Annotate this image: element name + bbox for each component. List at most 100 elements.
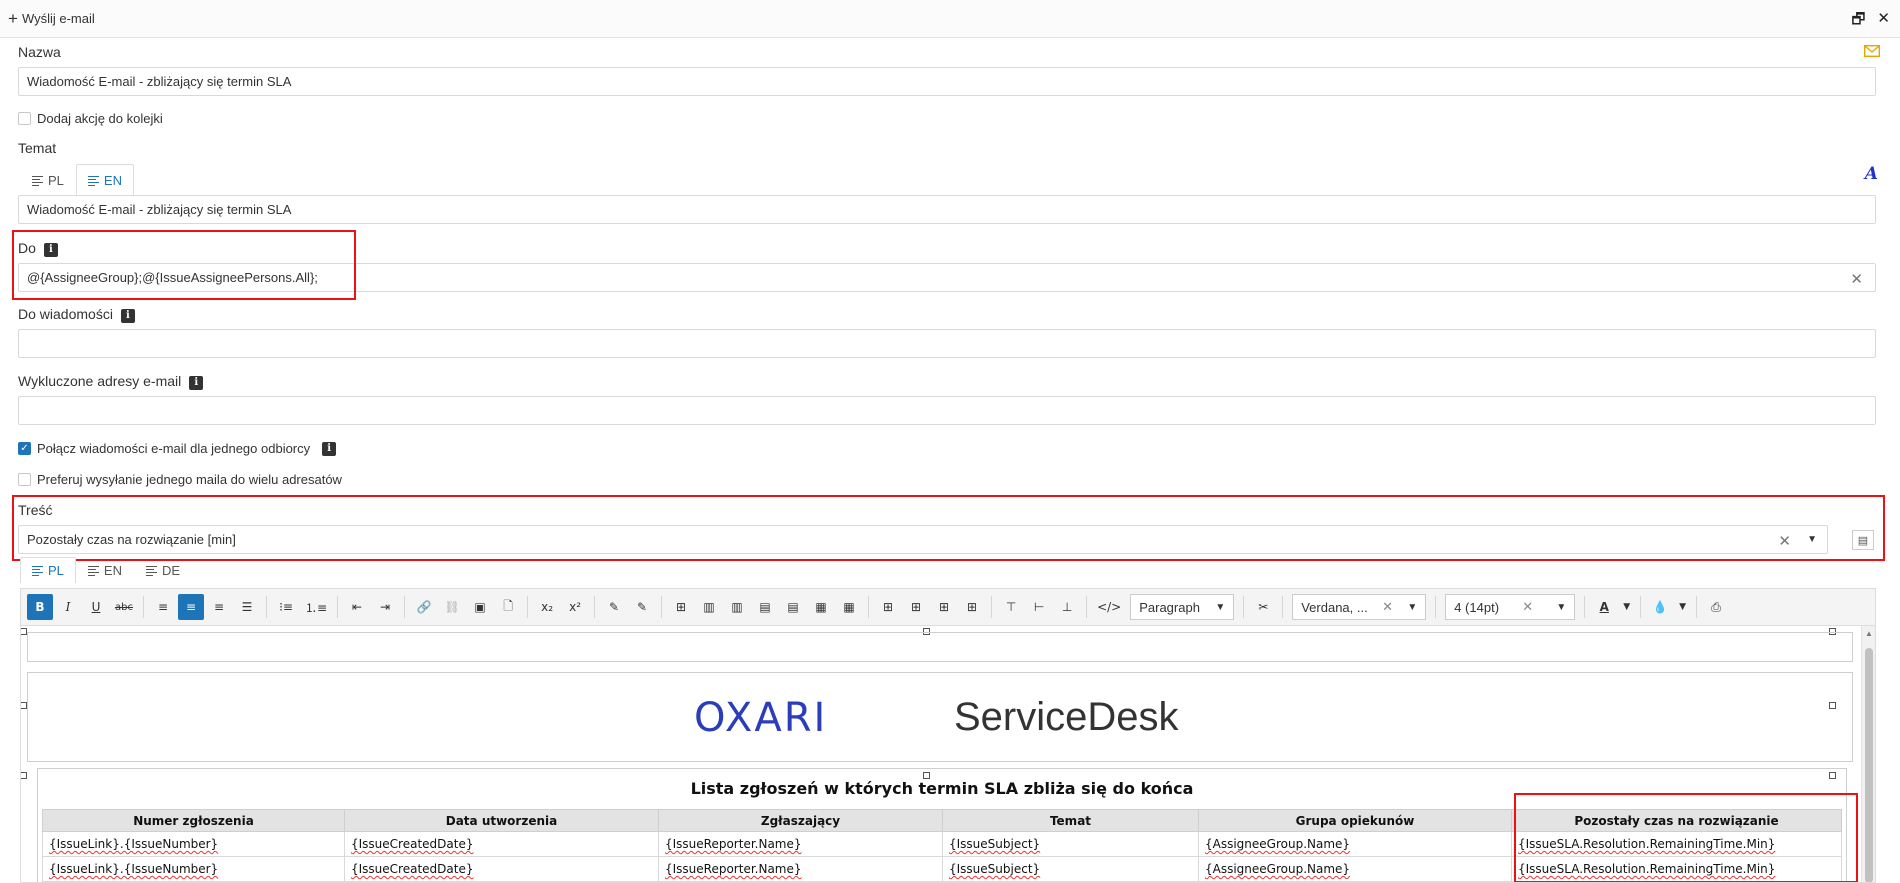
table-cell[interactable]: {IssueReporter.Name}: [658, 831, 943, 857]
editor-scrollbar[interactable]: ▲: [1861, 626, 1875, 882]
indent-icon[interactable]: ⇥: [372, 594, 398, 620]
add-row-above-icon[interactable]: ▤: [752, 594, 778, 620]
align-left-icon[interactable]: ≡: [150, 594, 176, 620]
table-cell[interactable]: {IssueLink}.{IssueNumber}: [42, 831, 345, 857]
table-cell[interactable]: {IssueCreatedDate}: [344, 831, 659, 857]
info-icon[interactable]: i: [120, 309, 135, 323]
subject-lang-tabs: PL EN: [20, 164, 134, 195]
tab-body-en[interactable]: EN: [76, 557, 134, 583]
background-color-icon[interactable]: 💧: [1647, 594, 1673, 620]
resize-handle[interactable]: [1829, 702, 1836, 709]
prefer-checkbox[interactable]: [18, 473, 31, 486]
view-html-button[interactable]: </>: [1093, 594, 1125, 620]
issues-table[interactable]: Numer zgłoszenia Data utworzenia Zgłasza…: [42, 809, 1842, 882]
resize-handle[interactable]: [21, 702, 27, 709]
outdent-icon[interactable]: ⇤: [344, 594, 370, 620]
table-cell[interactable]: {IssueReporter.Name}: [658, 856, 943, 882]
superscript-button[interactable]: x²: [562, 594, 588, 620]
queue-checkbox[interactable]: [18, 112, 31, 125]
table-cell[interactable]: {IssueSLA.Resolution.RemainingTime.Min}: [1511, 831, 1842, 857]
servicedesk-logo: ServiceDesk: [954, 695, 1179, 739]
clear-icon[interactable]: ✕: [1850, 270, 1863, 288]
edit-table-icon[interactable]: ✎: [601, 594, 627, 620]
image-icon[interactable]: ▣: [467, 594, 493, 620]
spellcheck-icon[interactable]: A: [1865, 164, 1878, 184]
split-vertical-icon[interactable]: ⊞: [959, 594, 985, 620]
rich-text-editor[interactable]: OXARI ServiceDesk Lista zgłoszeń w który…: [20, 626, 1876, 883]
subject-field[interactable]: Wiadomość E-mail - zbliżający się termin…: [18, 195, 1876, 224]
add-column-left-icon[interactable]: ▥: [696, 594, 722, 620]
align-right-icon[interactable]: ≡: [206, 594, 232, 620]
chevron-up-icon[interactable]: ▲: [1865, 629, 1873, 638]
merge-cells-icon[interactable]: ⊞: [875, 594, 901, 620]
merge-checkbox[interactable]: ✓: [18, 442, 31, 455]
numbered-list-icon[interactable]: ⒈≡: [301, 594, 331, 620]
bullet-list-icon[interactable]: ⁝≡: [273, 594, 299, 620]
valign-top-icon[interactable]: ⊤: [998, 594, 1024, 620]
table-cell[interactable]: {IssueSubject}: [942, 831, 1199, 857]
table-cell[interactable]: {IssueSLA.Resolution.RemainingTime.Min}: [1511, 856, 1842, 882]
add-row-below-icon[interactable]: ▤: [780, 594, 806, 620]
editor-logo-block: OXARI ServiceDesk: [27, 672, 1853, 762]
valign-bottom-icon[interactable]: ⊥: [1054, 594, 1080, 620]
table-cell[interactable]: {AssigneeGroup.Name}: [1198, 856, 1512, 882]
align-justify-icon[interactable]: ☰: [234, 594, 260, 620]
restore-icon[interactable]: 🗗: [1851, 9, 1865, 34]
font-size-select[interactable]: 4 (14pt) ✕ ▼: [1445, 594, 1576, 620]
chevron-down-icon[interactable]: ▼: [1807, 534, 1817, 545]
underline-button[interactable]: U: [83, 594, 109, 620]
clear-icon[interactable]: ✕: [1382, 599, 1393, 615]
info-icon[interactable]: i: [43, 243, 58, 257]
font-select[interactable]: Verdana, ... ✕ ▼: [1292, 594, 1427, 620]
window-controls: 🗗 ✕: [1851, 9, 1890, 34]
chevron-down-icon[interactable]: ▼: [1675, 594, 1690, 620]
table-cell[interactable]: {IssueCreatedDate}: [344, 856, 659, 882]
prefer-checkbox-row[interactable]: Preferuj wysyłanie jednego maila do wiel…: [18, 472, 342, 487]
editor-table-block: Lista zgłoszeń w których termin SLA zbli…: [37, 768, 1847, 882]
bold-button[interactable]: B: [27, 594, 53, 620]
table-properties-icon[interactable]: ✎: [629, 594, 655, 620]
clear-formatting-icon[interactable]: ✂: [1250, 594, 1276, 620]
merge-checkbox-row[interactable]: ✓ Połącz wiadomości e-mail dla jednego o…: [18, 441, 337, 456]
resize-handle[interactable]: [21, 628, 27, 635]
excluded-field[interactable]: [18, 396, 1876, 425]
clear-icon[interactable]: ✕: [1778, 532, 1791, 550]
queue-checkbox-row[interactable]: Dodaj akcję do kolejki: [18, 111, 163, 126]
tab-subject-pl[interactable]: PL: [20, 164, 76, 195]
resize-handle[interactable]: [21, 772, 27, 779]
subscript-button[interactable]: x₂: [534, 594, 560, 620]
close-icon[interactable]: ✕: [1877, 9, 1890, 34]
split-cell-icon[interactable]: ⊞: [903, 594, 929, 620]
tab-body-de[interactable]: DE: [134, 557, 192, 583]
clear-icon[interactable]: ✕: [1522, 599, 1533, 615]
scrollbar-thumb[interactable]: [1865, 648, 1873, 882]
table-cell[interactable]: {IssueLink}.{IssueNumber}: [42, 856, 345, 882]
paragraph-select[interactable]: Paragraph ▼: [1130, 594, 1235, 620]
name-field[interactable]: Wiadomość E-mail - zbliżający się termin…: [18, 67, 1876, 96]
body-template-select[interactable]: Pozostały czas na rozwiązanie [min] ✕ ▼: [18, 525, 1828, 554]
delete-row-icon[interactable]: ▦: [836, 594, 862, 620]
merge-vertical-icon[interactable]: ⊞: [931, 594, 957, 620]
table-cell[interactable]: {AssigneeGroup.Name}: [1198, 831, 1512, 857]
info-icon[interactable]: i: [189, 376, 204, 390]
to-field[interactable]: @{AssigneeGroup};@{IssueAssigneePersons.…: [18, 263, 1876, 292]
add-column-right-icon[interactable]: ▥: [724, 594, 750, 620]
table-cell[interactable]: {IssueSubject}: [942, 856, 1199, 882]
insert-file-icon[interactable]: 🗋: [495, 594, 521, 620]
tab-subject-en[interactable]: EN: [75, 164, 134, 195]
italic-button[interactable]: I: [55, 594, 81, 620]
font-color-button[interactable]: A: [1591, 594, 1617, 620]
template-list-icon[interactable]: ▤: [1852, 530, 1874, 550]
delete-column-icon[interactable]: ▦: [808, 594, 834, 620]
print-icon[interactable]: ⎙: [1703, 594, 1729, 620]
strikethrough-button[interactable]: abc: [111, 594, 137, 620]
link-icon[interactable]: 🔗: [411, 594, 437, 620]
unlink-icon[interactable]: ⛓: [439, 594, 465, 620]
valign-middle-icon[interactable]: ⊢: [1026, 594, 1052, 620]
align-center-icon[interactable]: ≡: [178, 594, 204, 620]
cc-field[interactable]: [18, 329, 1876, 358]
chevron-down-icon[interactable]: ▼: [1619, 594, 1634, 620]
tab-body-pl[interactable]: PL: [20, 557, 76, 583]
info-icon[interactable]: i: [322, 441, 337, 456]
insert-table-icon[interactable]: ⊞: [668, 594, 694, 620]
